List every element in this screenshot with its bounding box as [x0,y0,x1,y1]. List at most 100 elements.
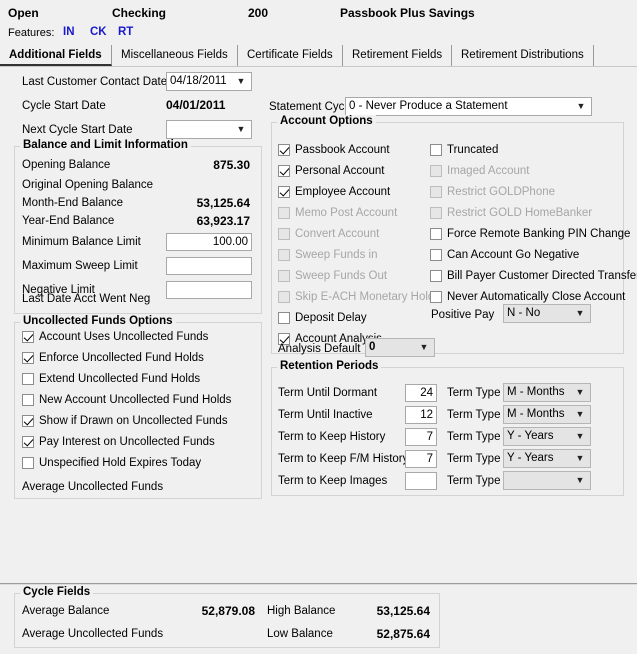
retention-input-term-to-keep-history[interactable]: 7 [405,428,437,446]
account-header-bar: Open Checking 200 Passbook Plus Savings … [0,0,637,44]
checkbox-indicator [22,331,34,343]
tab-retirement-distributions[interactable]: Retirement Distributions [452,45,594,66]
checkbox-indicator [278,228,290,240]
term-type-value-term-to-keep-f-m-history: Y - Years [507,452,554,464]
checkbox-indicator [430,249,442,261]
account-type: Checking [112,6,167,20]
checkbox-indicator [430,207,442,219]
chevron-down-icon: ▼ [236,76,246,86]
checkbox-label: Personal Account [295,165,385,177]
cycle-label-average-balance: Average Balance [22,605,110,617]
tab-additional-fields[interactable]: Additional Fields [0,45,112,66]
next-cycle-start-date-label: Next Cycle Start Date [22,124,133,136]
checkbox-indicator [278,270,290,282]
feature-link-ck[interactable]: CK [90,26,107,38]
balance-limit-group-title: Balance and Limit Information [20,139,191,151]
checkbox-indicator [430,186,442,198]
chevron-down-icon: ▼ [575,409,585,419]
retention-label-term-to-keep-f-m-history: Term to Keep F/M History [278,453,409,465]
tab-strip: Additional Fields Miscellaneous Fields Cer… [0,45,637,67]
retention-input-term-until-dormant[interactable]: 24 [405,384,437,402]
checkbox-indicator [430,270,442,282]
checkbox-label: Bill Payer Customer Directed Transfers [447,270,637,282]
checkbox-label: Employee Account [295,186,391,198]
checkbox-indicator [278,249,290,261]
checkbox-label: Passbook Account [295,144,390,156]
account-status: Open [8,6,39,20]
chevron-down-icon: ▼ [575,431,585,441]
term-type-label-3: Term Type [447,453,501,465]
checkbox-indicator [22,373,34,385]
checkbox-label: Deposit Delay [295,312,367,324]
checkbox-label: Restrict GOLD HomeBanker [447,207,593,219]
term-type-label-0: Term Type [447,387,501,399]
chevron-down-icon: ▼ [575,308,585,318]
analysis-default-value: 0 [369,341,376,353]
cycle-label-average-uncollected-funds: Average Uncollected Funds [22,628,164,640]
checkbox-indicator [22,394,34,406]
term-type-combo-term-to-keep-f-m-history[interactable]: Y - Years ▼ [503,449,591,468]
term-type-combo-term-to-keep-history[interactable]: Y - Years ▼ [503,427,591,446]
retention-label-term-to-keep-images: Term to Keep Images [278,475,388,487]
retention-input-term-until-inactive[interactable]: 12 [405,406,437,424]
cycle-start-date-label: Cycle Start Date [22,100,106,112]
checkbox-indicator [22,352,34,364]
checkbox-label: Pay Interest on Uncollected Funds [39,436,215,448]
input-negative-limit[interactable] [166,281,252,299]
term-type-combo-term-to-keep-images[interactable]: ▼ [503,471,591,490]
checkbox-indicator [278,165,290,177]
retention-periods-group-title: Retention Periods [277,360,382,372]
retention-input-term-to-keep-images[interactable] [405,472,437,490]
last-date-acct-went-neg-label: Last Date Acct Went Neg [22,293,151,305]
checkbox-label: Extend Uncollected Fund Holds [39,373,201,385]
positive-pay-value: N - No [507,307,541,319]
positive-pay-combo[interactable]: N - No ▼ [503,304,591,323]
cycle-label-high-balance: High Balance [267,605,336,617]
term-type-combo-term-until-dormant[interactable]: M - Months ▼ [503,383,591,402]
term-type-combo-term-until-inactive[interactable]: M - Months ▼ [503,405,591,424]
features-label: Features: [8,27,55,39]
checkbox-indicator [22,457,34,469]
checkbox-label: Can Account Go Negative [447,249,580,261]
input-maximum-sweep-limit[interactable] [166,257,252,275]
feature-link-rt[interactable]: RT [118,26,133,38]
tab-certificate-fields[interactable]: Certificate Fields [238,45,343,66]
balance-row-label-month-end-balance: Month-End Balance [22,197,124,209]
feature-link-in[interactable]: IN [63,26,75,38]
checkbox-label: Sweep Funds in [295,249,378,261]
statement-cycle-combo[interactable]: 0 - Never Produce a Statement ▼ [345,97,592,116]
account-options-group-title: Account Options [277,115,376,127]
balance-row-label-original-opening-balance: Original Opening Balance [22,179,154,191]
analysis-default-combo[interactable]: 0 ▼ [365,338,435,357]
checkbox-indicator [278,207,290,219]
balance-row-value-year-end-balance: 63,923.17 [196,214,250,228]
term-type-label-1: Term Type [447,409,501,421]
uncollected-funds-group [14,322,262,499]
chevron-down-icon: ▼ [575,453,585,463]
tab-retirement-fields[interactable]: Retirement Fields [343,45,453,66]
cycle-start-date-value: 04/01/2011 [166,98,226,112]
balance-row-label-opening-balance: Opening Balance [22,159,111,171]
tab-miscellaneous-fields[interactable]: Miscellaneous Fields [112,45,238,66]
uncollected-funds-group-title: Uncollected Funds Options [20,315,176,327]
checkbox-label: Never Automatically Close Account [447,291,626,303]
chevron-down-icon: ▼ [236,124,246,134]
balance-row-value-opening-balance: 875.30 [213,158,250,172]
checkbox-indicator [278,186,290,198]
statement-cycle-label: Statement Cycle [269,101,354,113]
term-type-value-term-to-keep-history: Y - Years [507,430,554,442]
checkbox-label: Imaged Account [447,165,530,177]
account-product-name: Passbook Plus Savings [340,6,475,20]
additional-fields-panel: Last Customer Contact Date 04/18/2011 ▼ … [0,67,637,583]
next-cycle-start-date-combo[interactable]: ▼ [166,120,252,139]
term-type-value-term-until-inactive: M - Months [507,408,565,420]
last-customer-contact-date-value: 04/18/2011 [170,75,227,87]
chevron-down-icon: ▼ [575,475,585,485]
last-customer-contact-date-combo[interactable]: 04/18/2011 ▼ [166,72,252,91]
input-label-minimum-balance-limit: Minimum Balance Limit [22,236,141,248]
checkbox-label: Convert Account [295,228,380,240]
input-minimum-balance-limit[interactable]: 100.00 [166,233,252,251]
retention-input-term-to-keep-f-m-history[interactable]: 7 [405,450,437,468]
statement-cycle-value: 0 - Never Produce a Statement [349,100,508,112]
checkbox-indicator [278,144,290,156]
